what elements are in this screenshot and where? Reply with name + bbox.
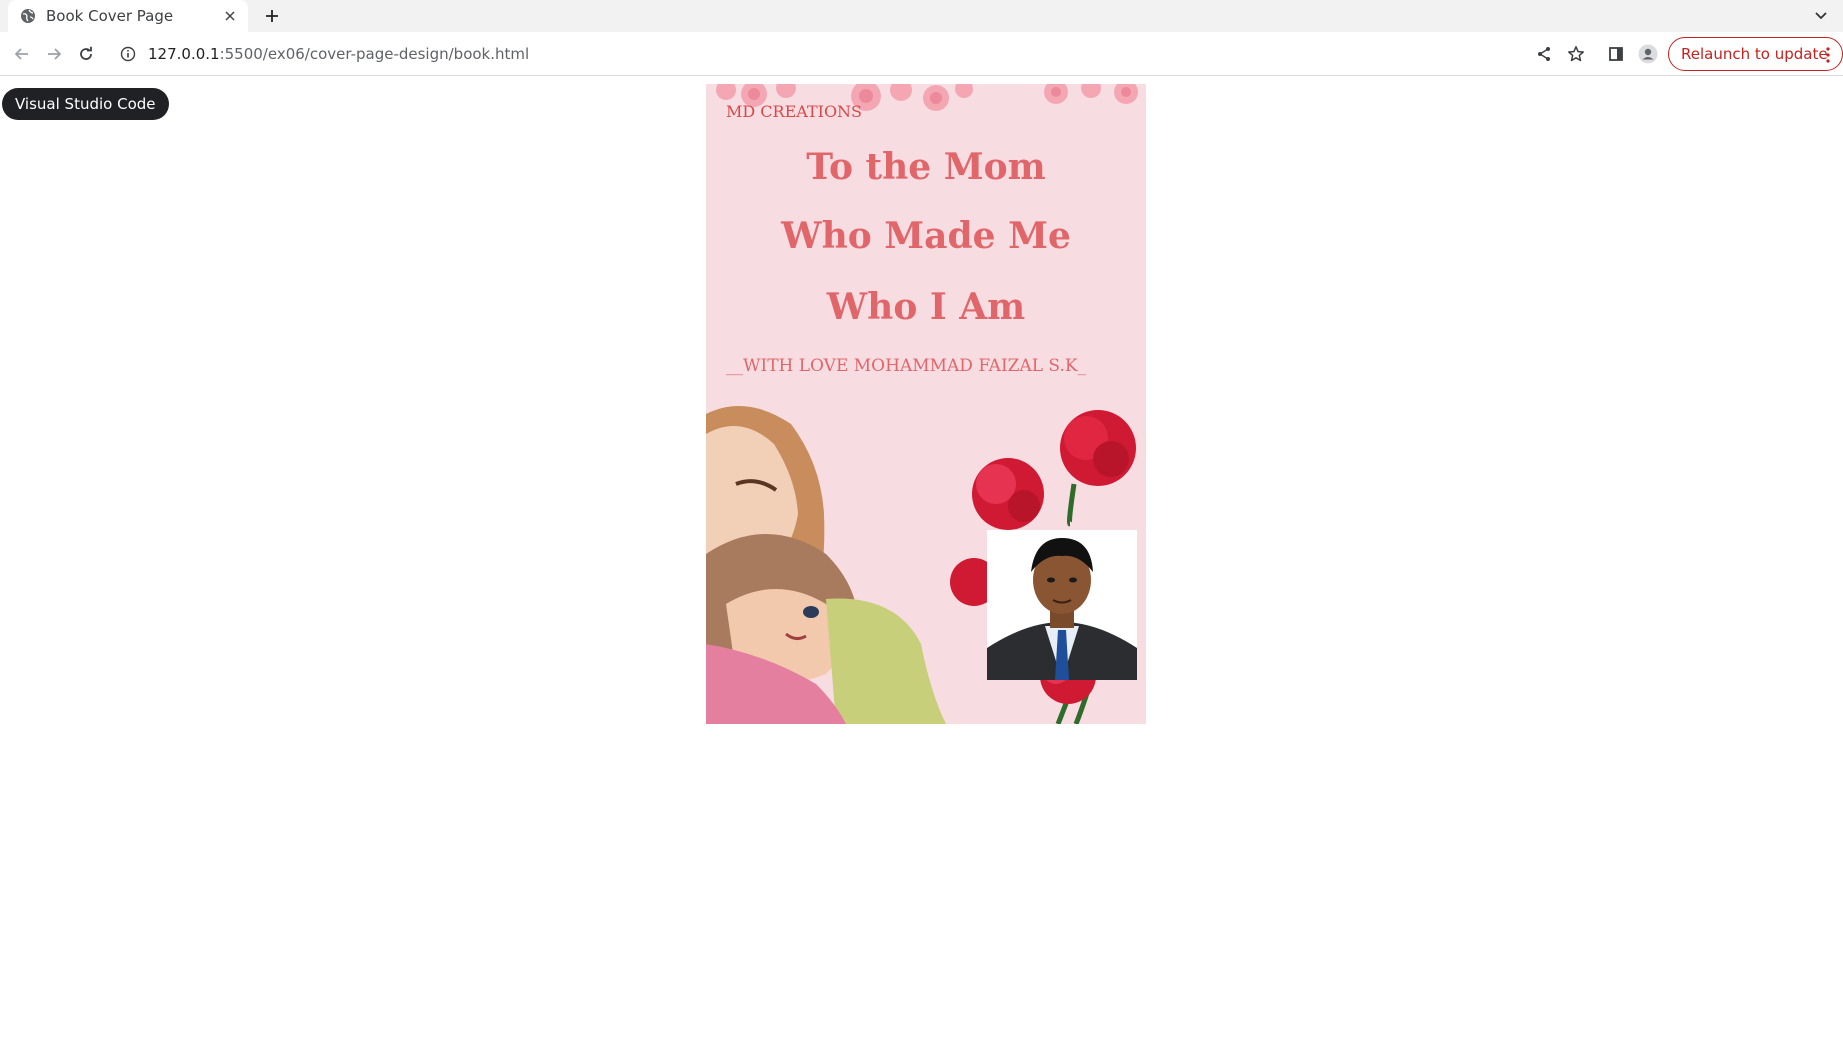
book-title-line-1: To the Mom — [806, 146, 1046, 188]
relaunch-to-update-button[interactable]: Relaunch to update — [1668, 37, 1843, 71]
profile-avatar-icon[interactable] — [1636, 42, 1660, 66]
tab-title: Book Cover Page — [46, 7, 174, 25]
browser-toolbar: 127.0.0.1:5500/ex06/cover-page-design/bo… — [0, 32, 1843, 76]
forward-button[interactable] — [42, 42, 66, 66]
relaunch-label: Relaunch to update — [1681, 45, 1828, 63]
url-path: :5500/ex06/cover-page-design/book.html — [219, 45, 530, 63]
close-tab-icon[interactable] — [222, 8, 238, 24]
reload-button[interactable] — [74, 42, 98, 66]
new-tab-button[interactable] — [260, 4, 284, 28]
back-button[interactable] — [10, 42, 34, 66]
carnation-flower — [1060, 410, 1136, 486]
globe-icon — [20, 8, 36, 24]
address-bar[interactable]: 127.0.0.1:5500/ex06/cover-page-design/bo… — [112, 36, 1512, 72]
author-dedication: __WITH LOVE MOHAMMAD FAIZAL S.K_ — [726, 356, 1087, 376]
site-info-icon[interactable] — [118, 44, 138, 64]
book-title-line-3: Who I Am — [826, 286, 1026, 328]
tab-strip: Book Cover Page — [0, 0, 1843, 32]
tab-search-chevron-icon[interactable] — [1811, 6, 1831, 26]
tab-book-cover-page[interactable]: Book Cover Page — [8, 0, 248, 32]
menu-kebab-icon[interactable] — [1820, 45, 1836, 65]
carnation-flower — [972, 458, 1044, 530]
bookmark-star-icon[interactable] — [1564, 42, 1588, 66]
url-host: 127.0.0.1 — [148, 45, 220, 63]
vscode-window-badge: Visual Studio Code — [2, 88, 169, 120]
url-text: 127.0.0.1:5500/ex06/cover-page-design/bo… — [148, 45, 529, 63]
share-icon[interactable] — [1532, 42, 1556, 66]
vscode-badge-label: Visual Studio Code — [15, 95, 156, 113]
book-cover: MD CREATIONS To the Mom Who Made Me Who … — [706, 84, 1146, 724]
side-panel-icon[interactable] — [1604, 42, 1628, 66]
publisher-name: MD CREATIONS — [726, 102, 863, 121]
author-portrait-photo — [987, 530, 1137, 680]
book-title-line-2: Who Made Me — [781, 215, 1071, 257]
